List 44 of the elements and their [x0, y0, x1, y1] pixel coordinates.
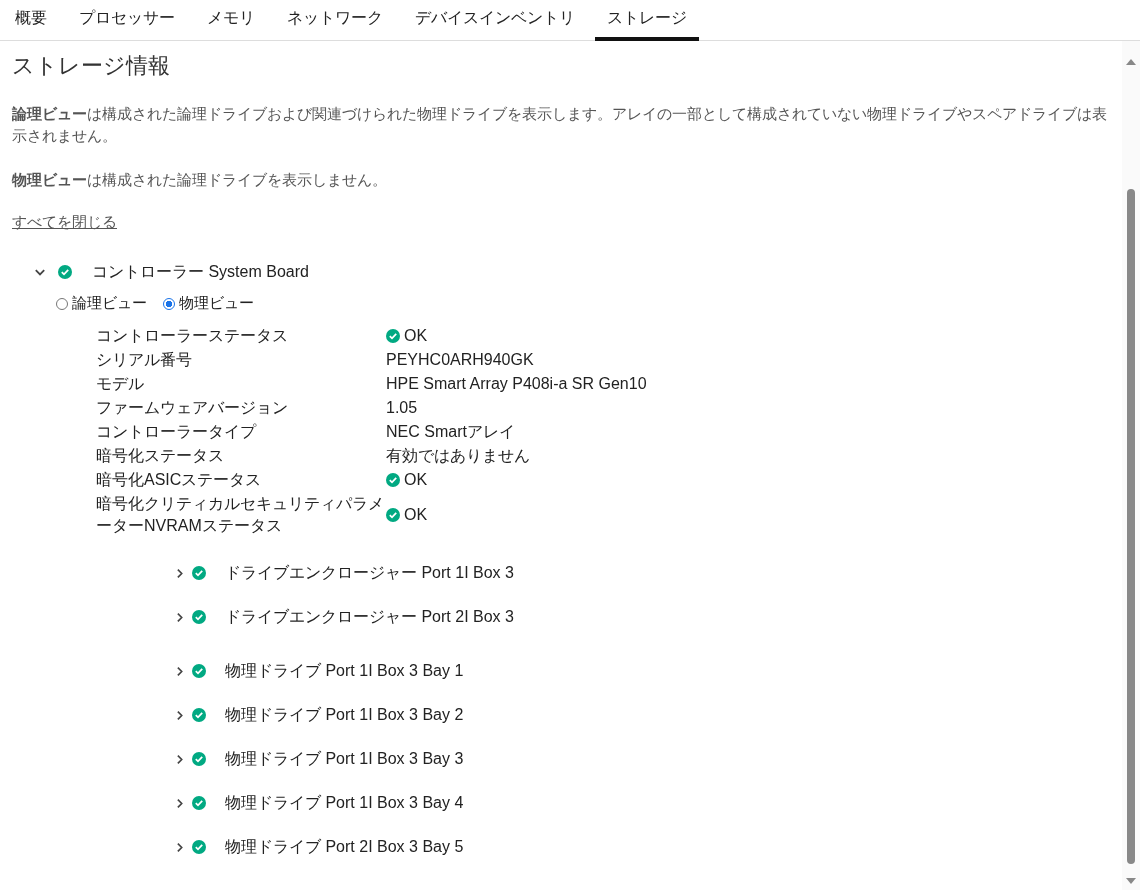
- ok-status-icon: [386, 329, 400, 343]
- tab[interactable]: メモリ: [195, 0, 267, 41]
- page-heading: ストレージ情報: [12, 52, 171, 80]
- ok-status-icon: [386, 473, 400, 487]
- property-value: PEYHC0ARH940GK: [386, 350, 535, 370]
- ok-status-icon: [386, 508, 400, 522]
- description-text: 物理ビューは構成された論理ドライブを表示しません。: [12, 170, 388, 190]
- property-label: 暗号化クリティカルセキュリティパラメーターNVRAMステータス: [96, 494, 385, 536]
- scroll-down-icon[interactable]: [1126, 878, 1136, 884]
- property-label: シリアル番号: [96, 350, 193, 370]
- tab[interactable]: ストレージ: [595, 0, 699, 41]
- enclosure-title: ドライブエンクロージャー Port 1I Box 3: [225, 562, 514, 583]
- drive-title: 物理ドライブ Port 1I Box 3 Bay 1: [225, 660, 464, 681]
- property-value: OK: [386, 469, 816, 491]
- tab[interactable]: デバイスインベントリ: [403, 0, 587, 41]
- tab[interactable]: ネットワーク: [275, 0, 395, 41]
- description-text: 論理ビューは構成された論理ドライブおよび関連づけられた物理ドライブを表示します。アレイの一部として構成されていない物理ドライブやスペアドライブは表示されません。: [12, 104, 1108, 146]
- property-label: モデル: [96, 374, 145, 394]
- scroll-up-icon[interactable]: [1126, 59, 1136, 65]
- property-label: 暗号化ステータス: [96, 446, 225, 466]
- property-value: 1.05: [386, 398, 419, 418]
- property-label: 暗号化ASICステータス: [96, 470, 263, 490]
- radio-button[interactable]: [163, 297, 175, 310]
- drive-title: 物理ドライブ Port 1I Box 3 Bay 3: [225, 748, 464, 769]
- drive-title: 物理ドライブ Port 2I Box 3 Bay 5: [225, 836, 464, 857]
- scrollbar[interactable]: [1122, 41, 1140, 890]
- controller-title: コントローラー System Board: [92, 261, 309, 282]
- view-option-label[interactable]: 物理ビュー: [179, 294, 254, 313]
- collapse-all-link[interactable]: すべてを閉じる: [12, 213, 117, 232]
- property-label: ファームウェアバージョン: [96, 398, 289, 418]
- drive-title: 物理ドライブ Port 1I Box 3 Bay 2: [225, 704, 464, 725]
- property-label: コントローラーステータス: [96, 326, 289, 346]
- scroll-thumb[interactable]: [1127, 189, 1135, 864]
- property-label: コントローラータイプ: [96, 422, 258, 442]
- enclosure-title: ドライブエンクロージャー Port 2I Box 3: [225, 606, 514, 627]
- property-value: 有効ではありません: [386, 446, 531, 466]
- property-value: OK: [386, 504, 816, 526]
- property-value: HPE Smart Array P408i-a SR Gen10: [386, 374, 648, 394]
- drive-title: 物理ドライブ Port 1I Box 3 Bay 4: [225, 792, 464, 813]
- view-option-label[interactable]: 論理ビュー: [72, 294, 147, 313]
- tab[interactable]: 概要: [3, 0, 59, 41]
- property-value: OK: [386, 325, 816, 347]
- property-value: NEC Smartアレイ: [386, 422, 516, 442]
- tab[interactable]: プロセッサー: [67, 0, 187, 41]
